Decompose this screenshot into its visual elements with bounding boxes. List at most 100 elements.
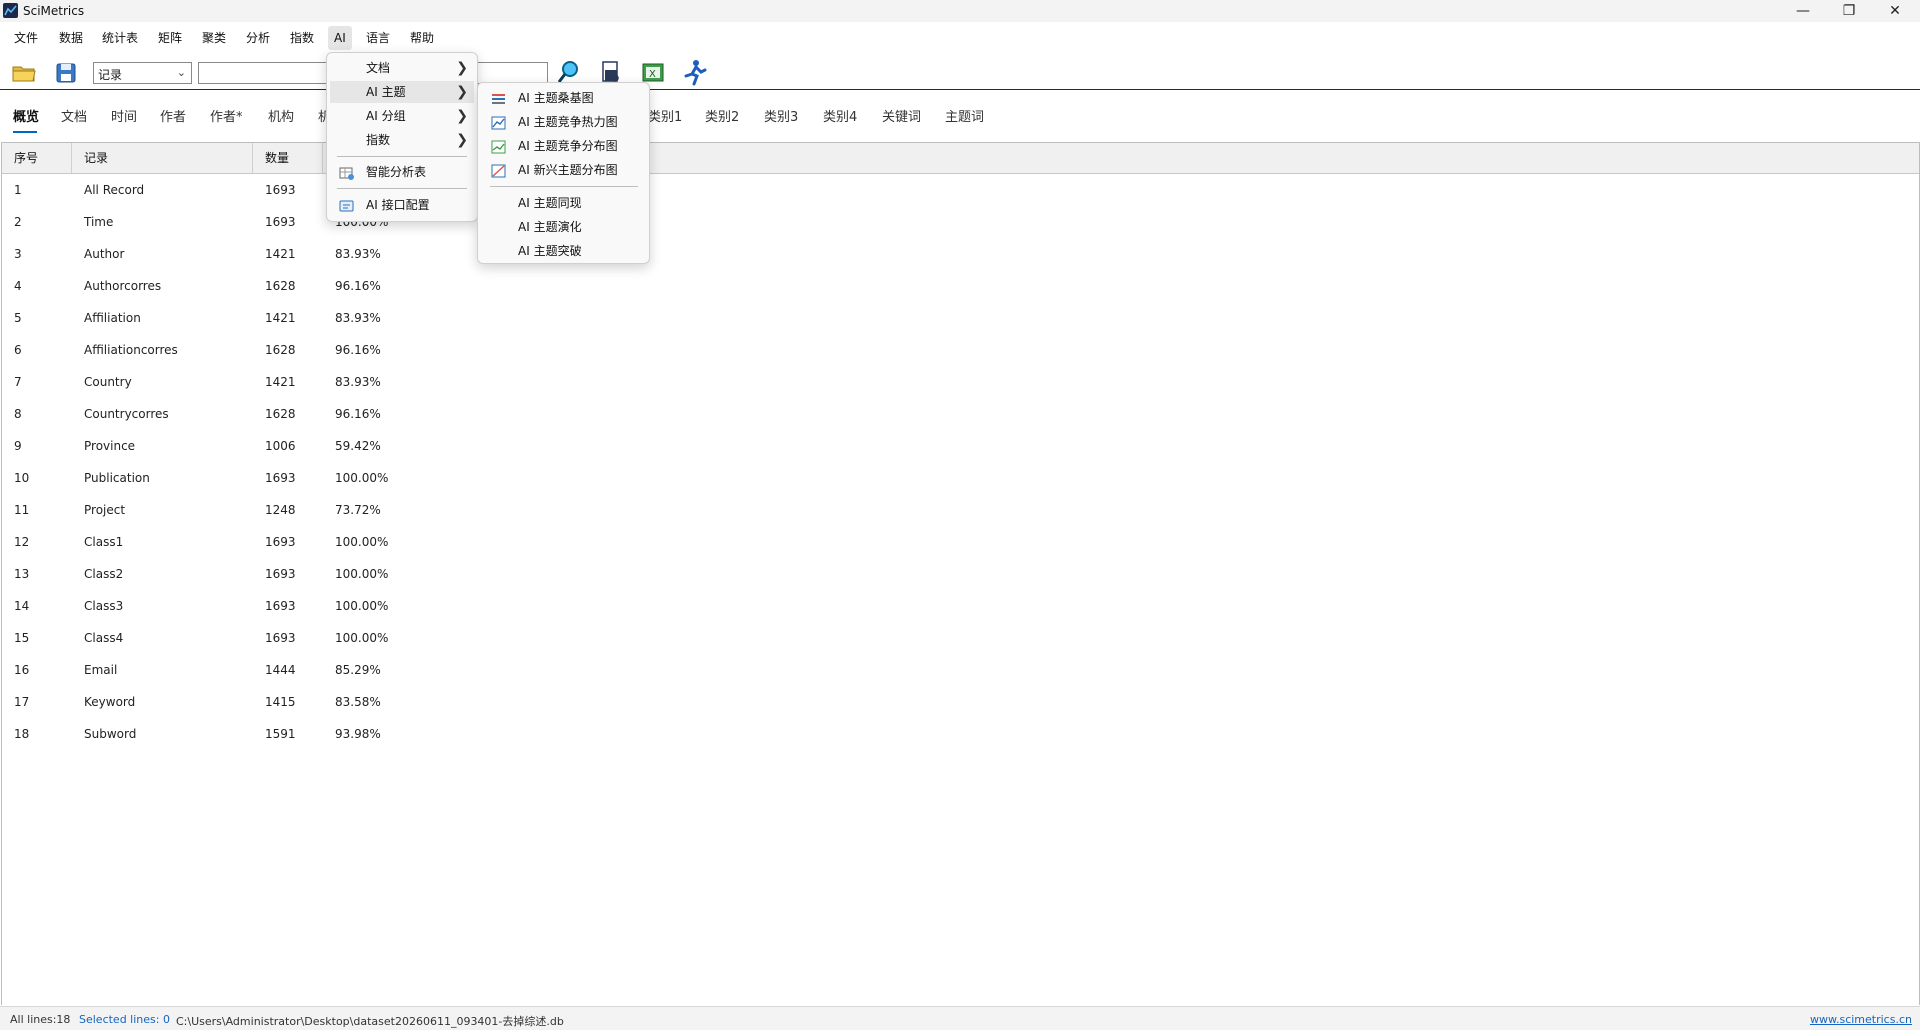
row-percent: 83.58% xyxy=(335,695,381,709)
table-row[interactable]: 13 Class2 1693 100.00% xyxy=(2,558,1919,590)
distribution-icon xyxy=(491,139,506,154)
ai-emerging-topic[interactable]: AI 新兴主题分布图 xyxy=(481,159,646,181)
tab-overview[interactable]: 概览 xyxy=(13,106,39,125)
column-header-count[interactable]: 数量 xyxy=(253,143,323,173)
ai-menu-group[interactable]: AI 分组 ❯ xyxy=(330,105,474,127)
menu-statistics[interactable]: 统计表 xyxy=(96,26,144,50)
tab-keyword[interactable]: 关键词 xyxy=(882,106,921,125)
tab-time[interactable]: 时间 xyxy=(111,106,137,125)
tab-author[interactable]: 作者 xyxy=(160,106,186,125)
row-record: Class1 xyxy=(84,535,124,549)
table-row[interactable]: 10 Publication 1693 100.00% xyxy=(2,462,1919,494)
save-icon[interactable] xyxy=(52,58,80,86)
ai-topic-distribution[interactable]: AI 主题竞争分布图 xyxy=(481,135,646,157)
table-row[interactable]: 1All Record1693100.00% xyxy=(2,174,1919,206)
status-file-path: C:\Users\Administrator\Desktop\dataset20… xyxy=(176,1015,564,1028)
heatmap-icon xyxy=(491,115,506,130)
row-index: 7 xyxy=(14,375,22,389)
row-record: Affiliation xyxy=(84,311,141,325)
table-row[interactable]: 4 Authorcorres 1628 96.16% xyxy=(2,270,1919,302)
tab-class4[interactable]: 类别4 xyxy=(823,106,857,125)
ai-menu-index[interactable]: 指数 ❯ xyxy=(330,129,474,151)
tab-subject-word[interactable]: 主题词 xyxy=(945,106,984,125)
column-header-record[interactable]: 记录 xyxy=(72,143,253,173)
table-analysis-icon xyxy=(339,165,354,180)
ai-topic-cooccurrence[interactable]: AI 主题同现 xyxy=(481,192,646,214)
row-count: 1693 xyxy=(265,183,296,197)
ai-topic-heatmap-label: AI 主题竞争热力图 xyxy=(518,115,618,129)
row-count: 1628 xyxy=(265,279,296,293)
ai-topic-cooccurrence-label: AI 主题同现 xyxy=(518,196,582,210)
table-row[interactable]: 11 Project 1248 73.72% xyxy=(2,494,1919,526)
table-row[interactable]: 6 Affiliationcorres 1628 96.16% xyxy=(2,334,1919,366)
ai-topic-sankey[interactable]: AI 主题桑基图 xyxy=(481,87,646,109)
restore-button[interactable]: ❐ xyxy=(1826,0,1872,22)
row-index: 4 xyxy=(14,279,22,293)
row-percent: 96.16% xyxy=(335,279,381,293)
menu-separator xyxy=(337,188,467,189)
tab-affiliation[interactable]: 机构 xyxy=(268,106,294,125)
table-row[interactable]: 14 Class3 1693 100.00% xyxy=(2,590,1919,622)
menu-ai[interactable]: AI xyxy=(328,26,352,50)
table-row[interactable]: 3 Author 1421 83.93% xyxy=(2,238,1919,270)
ai-topic-breakthrough[interactable]: AI 主题突破 xyxy=(481,240,646,262)
menu-file[interactable]: 文件 xyxy=(8,26,44,50)
minimize-button[interactable]: — xyxy=(1780,0,1826,22)
tab-class2[interactable]: 类别2 xyxy=(705,106,739,125)
status-selected-lines: Selected lines: 0 xyxy=(79,1013,170,1026)
table-row[interactable]: 2 Time 1693 100.00% xyxy=(2,206,1919,238)
open-folder-icon[interactable] xyxy=(10,58,38,86)
row-count: 1693 xyxy=(265,631,296,645)
ai-topic-distribution-label: AI 主题竞争分布图 xyxy=(518,139,618,153)
row-percent: 85.29% xyxy=(335,663,381,677)
ai-topic-evolution[interactable]: AI 主题演化 xyxy=(481,216,646,238)
tab-class1[interactable]: 类别1 xyxy=(648,106,682,125)
row-count: 1591 xyxy=(265,727,296,741)
ai-menu-smart-table[interactable]: 智能分析表 xyxy=(330,161,474,183)
table-body: 1 All Record 1693 100.00% 2 Time 1693 100.00% 3 A… xyxy=(2,174,1919,750)
menu-matrix[interactable]: 矩阵 xyxy=(152,26,188,50)
chevron-right-icon: ❯ xyxy=(456,132,468,148)
menu-data[interactable]: 数据 xyxy=(53,26,89,50)
close-button[interactable]: ✕ xyxy=(1872,0,1918,22)
app-logo-icon xyxy=(3,3,18,18)
row-percent: 73.72% xyxy=(335,503,381,517)
column-header-index[interactable]: 序号 xyxy=(2,143,72,173)
table-row[interactable]: 16 Email 1444 85.29% xyxy=(2,654,1919,686)
menu-language[interactable]: 语言 xyxy=(360,26,396,50)
table-row[interactable]: 12 Class1 1693 100.00% xyxy=(2,526,1919,558)
table-row[interactable]: 17 Keyword 1415 83.58% xyxy=(2,686,1919,718)
ai-menu-api-config[interactable]: AI 接口配置 xyxy=(330,194,474,216)
sankey-icon xyxy=(491,91,506,104)
website-link[interactable]: www.scimetrics.cn xyxy=(1810,1013,1912,1026)
tab-class3[interactable]: 类别3 xyxy=(764,106,798,125)
menu-index[interactable]: 指数 xyxy=(284,26,320,50)
ai-emerging-topic-label: AI 新兴主题分布图 xyxy=(518,163,618,177)
menu-cluster[interactable]: 聚类 xyxy=(196,26,232,50)
run-icon[interactable] xyxy=(681,58,709,86)
field-select[interactable]: 记录 ⌄ xyxy=(93,62,192,84)
row-percent: 100.00% xyxy=(335,599,389,613)
row-count: 1248 xyxy=(265,503,296,517)
row-record: Project xyxy=(84,503,126,517)
row-record: Authorcorres xyxy=(84,279,162,293)
table-row[interactable]: 9 Province 1006 59.42% xyxy=(2,430,1919,462)
table-row[interactable]: 7 Country 1421 83.93% xyxy=(2,366,1919,398)
menu-help[interactable]: 帮助 xyxy=(404,26,440,50)
table-row[interactable]: 5 Affiliation 1421 83.93% xyxy=(2,302,1919,334)
table-row[interactable]: 8 Countrycorres 1628 96.16% xyxy=(2,398,1919,430)
row-index: 10 xyxy=(14,471,30,485)
tab-documents[interactable]: 文档 xyxy=(61,106,87,125)
table-row[interactable]: 15 Class4 1693 100.00% xyxy=(2,622,1919,654)
menu-analysis[interactable]: 分析 xyxy=(240,26,276,50)
tab-author-corres[interactable]: 作者* xyxy=(210,106,243,125)
row-index: 6 xyxy=(14,343,22,357)
svg-text:X: X xyxy=(649,69,656,80)
ai-menu-index-label: 指数 xyxy=(366,133,391,147)
ai-menu-document[interactable]: 文档 ❯ xyxy=(330,57,474,79)
ai-topic-heatmap[interactable]: AI 主题竞争热力图 xyxy=(481,111,646,133)
table-row[interactable]: 18 Subword 1591 93.98% xyxy=(2,718,1919,750)
ai-menu-topic[interactable]: AI 主题 ❯ xyxy=(330,81,474,103)
row-record: Time xyxy=(84,215,114,229)
ai-menu-topic-label: AI 主题 xyxy=(366,85,406,99)
